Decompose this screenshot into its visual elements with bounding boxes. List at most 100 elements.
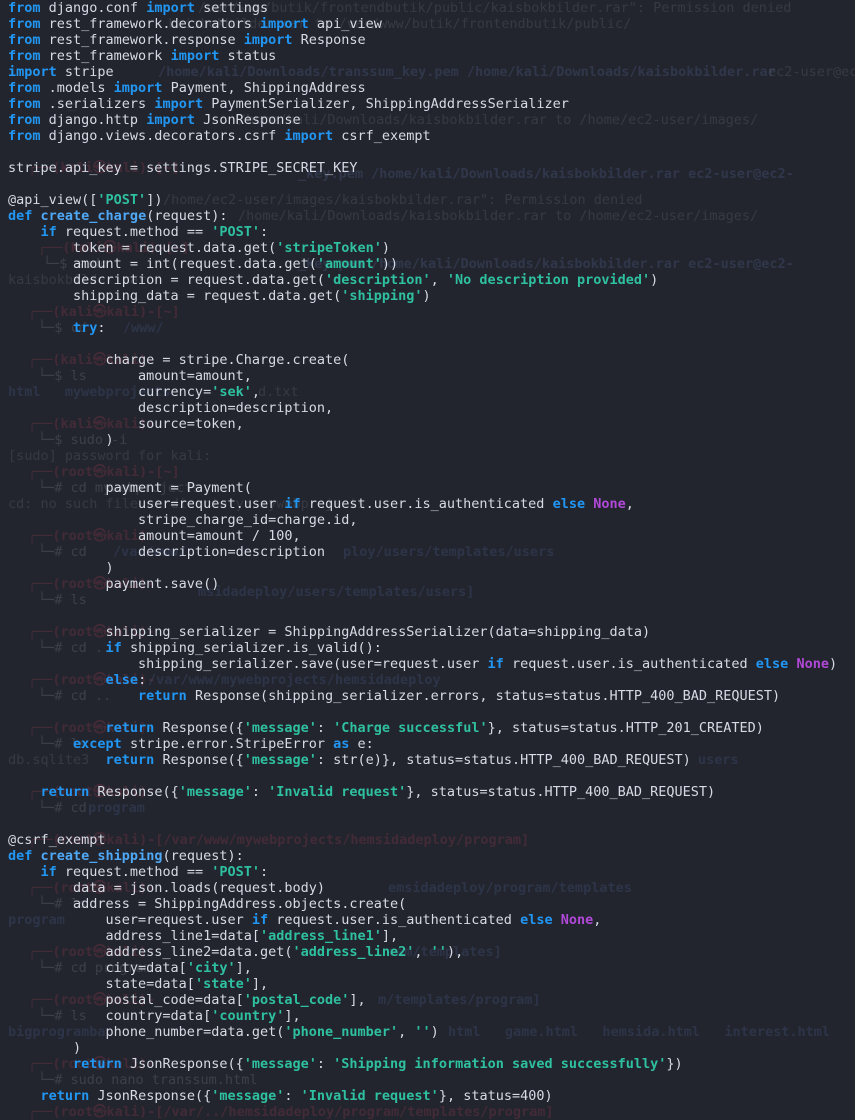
code-token-txt: , [430,272,447,288]
code-line[interactable]: ) [8,432,114,448]
code-line[interactable]: shipping_serializer = ShippingAddressSer… [8,624,651,640]
code-token-txt: ], [235,960,252,976]
code-line[interactable]: description = request.data.get('descript… [8,272,658,288]
code-line[interactable] [8,1072,16,1088]
code-token-txt: JsonResponse({ [121,1056,244,1072]
code-line[interactable]: return Response({'message': 'Charge succ… [8,720,764,736]
code-line[interactable]: phone_number=data.get('phone_number', ''… [8,1024,439,1040]
code-line[interactable]: from .models import Payment, ShippingAdd… [8,80,366,96]
code-line[interactable] [8,448,16,464]
code-line[interactable]: user=request.user if request.user.is_aut… [8,912,602,928]
code-line[interactable]: from django.conf import settings [8,0,268,16]
code-line[interactable]: postal_code=data['postal_code'], [8,992,366,1008]
code-token-txt: , [398,1024,415,1040]
code-token-txt: ) [8,1040,82,1056]
code-token-txt: user=request.user [8,496,285,512]
code-token-str: 'phone_number' [284,1024,399,1040]
code-line[interactable]: state=data['state'], [8,976,269,992]
code-line[interactable] [8,304,16,320]
code-token-str: 'message' [211,1088,285,1104]
code-line[interactable]: @api_view(['POST']) [8,192,162,208]
code-line[interactable]: amount = int(request.data.get('amount')) [8,256,398,272]
code-token-txt: shipping_serializer = ShippingAddressSer… [8,624,651,640]
code-line[interactable]: return Response(shipping_serializer.erro… [8,688,780,704]
code-token-txt: ) [8,560,114,576]
code-line[interactable] [8,816,16,832]
code-token-str: 'address_line1' [259,928,382,944]
code-line[interactable] [8,336,16,352]
code-token-txt: )) [381,256,399,272]
code-line[interactable]: return JsonResponse({'message': 'Invalid… [8,1088,553,1104]
code-token-kw: from [8,16,41,32]
code-token-txt: ) [422,288,431,304]
code-line[interactable] [8,464,16,480]
code-line[interactable]: try: [8,320,106,336]
code-line[interactable]: def create_shipping(request): [8,848,244,864]
code-line[interactable]: description=description [8,544,325,560]
code-line[interactable]: user=request.user if request.user.is_aut… [8,496,634,512]
code-token-str: 'state' [194,976,252,992]
code-line[interactable]: return Response({'message': 'Invalid req… [8,784,716,800]
code-line[interactable]: address_line1=data['address_line1'], [8,928,399,944]
code-line[interactable]: address = ShippingAddress.objects.create… [8,896,406,912]
code-line[interactable] [8,768,16,784]
code-line[interactable]: import stripe [8,64,114,80]
code-line[interactable]: description=description, [8,400,333,416]
code-line[interactable]: address_line2=data.get('address_line2', … [8,944,464,960]
code-token-str: 'stripeToken' [276,240,382,256]
code-line[interactable]: amount=amount / 100, [8,528,301,544]
code-line[interactable]: else: [8,672,147,688]
code-line[interactable]: @csrf_exempt [8,832,106,848]
code-line[interactable]: charge = stripe.Charge.create( [8,352,350,368]
code-token-txt: rest_framework.response [40,32,244,48]
code-line[interactable]: from django.http import JsonResponse [8,112,301,128]
code-token-txt: @api_view([ [8,192,98,208]
code-line[interactable]: city=data['city'], [8,960,252,976]
code-token-txt: : [260,224,269,240]
code-line[interactable]: shipping_data = request.data.get('shippi… [8,288,431,304]
code-line[interactable]: data = json.loads(request.body) [8,880,325,896]
code-line[interactable]: currency='sek', [8,384,260,400]
code-line[interactable]: from django.views.decorators.csrf import… [8,128,431,144]
code-line[interactable]: return Response({'message': str(e)}, sta… [8,752,691,768]
code-token-txt: }) [666,1056,683,1072]
code-line[interactable]: from rest_framework.response import Resp… [8,32,366,48]
code-line[interactable]: amount=amount, [8,368,252,384]
code-line[interactable]: stripe.api_key = settings.STRIPE_SECRET_… [8,160,358,176]
code-token-txt: rest_framework.decorators [40,16,260,32]
code-line[interactable] [8,176,16,192]
code-line[interactable]: if request.method == 'POST': [8,224,269,240]
code-line[interactable]: ) [8,560,114,576]
code-token-txt: django.http [40,112,147,128]
code-line[interactable]: from rest_framework import status [8,48,276,64]
code-token-txt: data = json.loads(request.body) [8,880,325,896]
code-token-kw: import [170,48,220,64]
code-line[interactable]: payment.save() [8,576,220,592]
code-line[interactable]: except stripe.error.StripeError as e: [8,736,374,752]
code-line[interactable] [8,800,16,816]
code-line[interactable]: from .serializers import PaymentSerializ… [8,96,569,112]
code-token-kw: if [105,640,122,656]
code-line[interactable]: from rest_framework.decorators import ap… [8,16,382,32]
code-line[interactable]: payment = Payment( [8,480,252,496]
code-token-str: 'POST' [211,224,260,240]
code-editor-buffer[interactable]: from django.conf import settings from res… [0,0,855,1115]
code-line[interactable]: shipping_serializer.save(user=request.us… [8,656,837,672]
code-token-txt: django.views.decorators.csrf [40,128,285,144]
code-line[interactable]: if request.method == 'POST': [8,864,269,880]
code-line[interactable]: ) [8,1040,81,1056]
code-line[interactable]: if shipping_serializer.is_valid(): [8,640,382,656]
code-token-kw: return [73,1056,122,1072]
code-line[interactable]: token = request.data.get('stripeToken') [8,240,390,256]
code-line[interactable]: country=data['country'], [8,1008,301,1024]
code-line[interactable]: def create_charge(request): [8,208,227,224]
code-line[interactable] [8,704,16,720]
code-line[interactable] [8,592,16,608]
code-line[interactable]: source=token, [8,416,244,432]
code-line[interactable] [8,608,16,624]
code-line[interactable]: stripe_charge_id=charge.id, [8,512,357,528]
code-line[interactable]: return JsonResponse({'message': 'Shippin… [8,1056,683,1072]
code-line[interactable] [8,144,16,160]
code-token-txt: , [625,496,634,512]
